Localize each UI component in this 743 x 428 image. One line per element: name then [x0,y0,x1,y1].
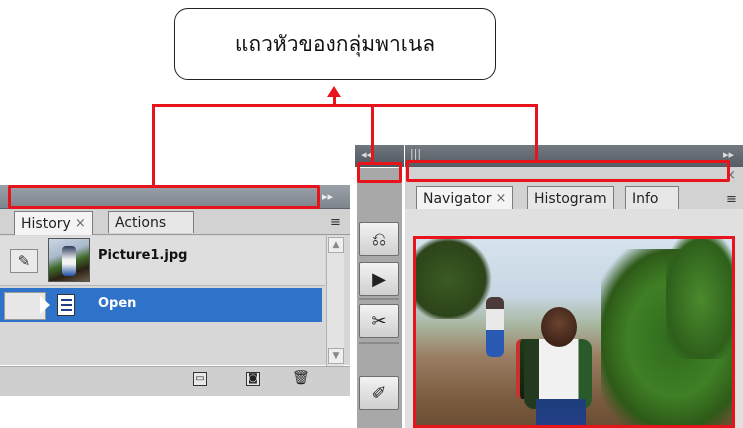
brush-icon[interactable]: ✐ [359,376,399,410]
connector-line [152,104,155,186]
tab-navigator-close-icon[interactable]: × [496,191,507,206]
new-document-from-state-icon[interactable]: ▭ [193,372,207,386]
panel-menu-icon[interactable]: ≡ [330,215,341,230]
connector-line [535,104,538,161]
history-step-label: Open [98,296,137,311]
current-state-arrow-icon [40,296,50,314]
dock-header-highlight [357,162,402,183]
navigator-view-box[interactable] [413,236,735,428]
tab-history-close-icon[interactable]: × [75,216,86,231]
callout-text: แถวหัวของกลุ่มพาเนล [234,31,436,56]
snapshot-thumbnail-figure [62,246,76,276]
tab-history[interactable]: History × [14,211,93,235]
tab-info-label: Info [632,190,659,207]
connector-line [371,104,374,163]
navigator-menu-icon[interactable]: ≡ [726,192,737,207]
tab-info[interactable]: Info [625,186,679,210]
history-scrollbar[interactable]: ▲ ▼ [326,236,344,366]
tab-actions[interactable]: Actions [108,211,194,233]
tools-icon[interactable]: ✂ [359,304,399,338]
tab-histogram[interactable]: Histogram [527,186,614,210]
panel-group-header-callout: แถวหัวของกลุ่มพาเนล [174,8,496,80]
snapshot-filename: Picture1.jpg [98,248,188,263]
collapse-to-icons-icon[interactable]: ▸▸ [322,190,333,203]
grip-icon: ||| [410,147,422,160]
scroll-down-icon[interactable]: ▼ [328,348,344,364]
tab-history-label: History [21,215,71,232]
trash-icon[interactable]: 🗑 [292,371,310,386]
tab-actions-label: Actions [115,214,167,231]
scroll-up-icon[interactable]: ▲ [328,237,344,253]
actions-play-icon[interactable]: ▶ [359,262,399,296]
history-icon[interactable]: ⎌ [359,222,399,256]
arrow-up-icon [327,86,341,97]
history-brush-source-icon[interactable]: ✎ [10,249,38,273]
document-icon [57,294,75,316]
navigator-preview-image [416,239,732,425]
left-header-highlight [8,185,320,209]
tab-navigator-label: Navigator [423,190,492,207]
camera-snapshot-icon[interactable]: ◙ [246,372,260,386]
connector-line [152,104,538,107]
tab-histogram-label: Histogram [534,190,607,207]
right-header-highlight [406,160,730,182]
history-tab-row: History × Actions ≡ [0,209,350,235]
tab-navigator[interactable]: Navigator × [416,186,514,210]
